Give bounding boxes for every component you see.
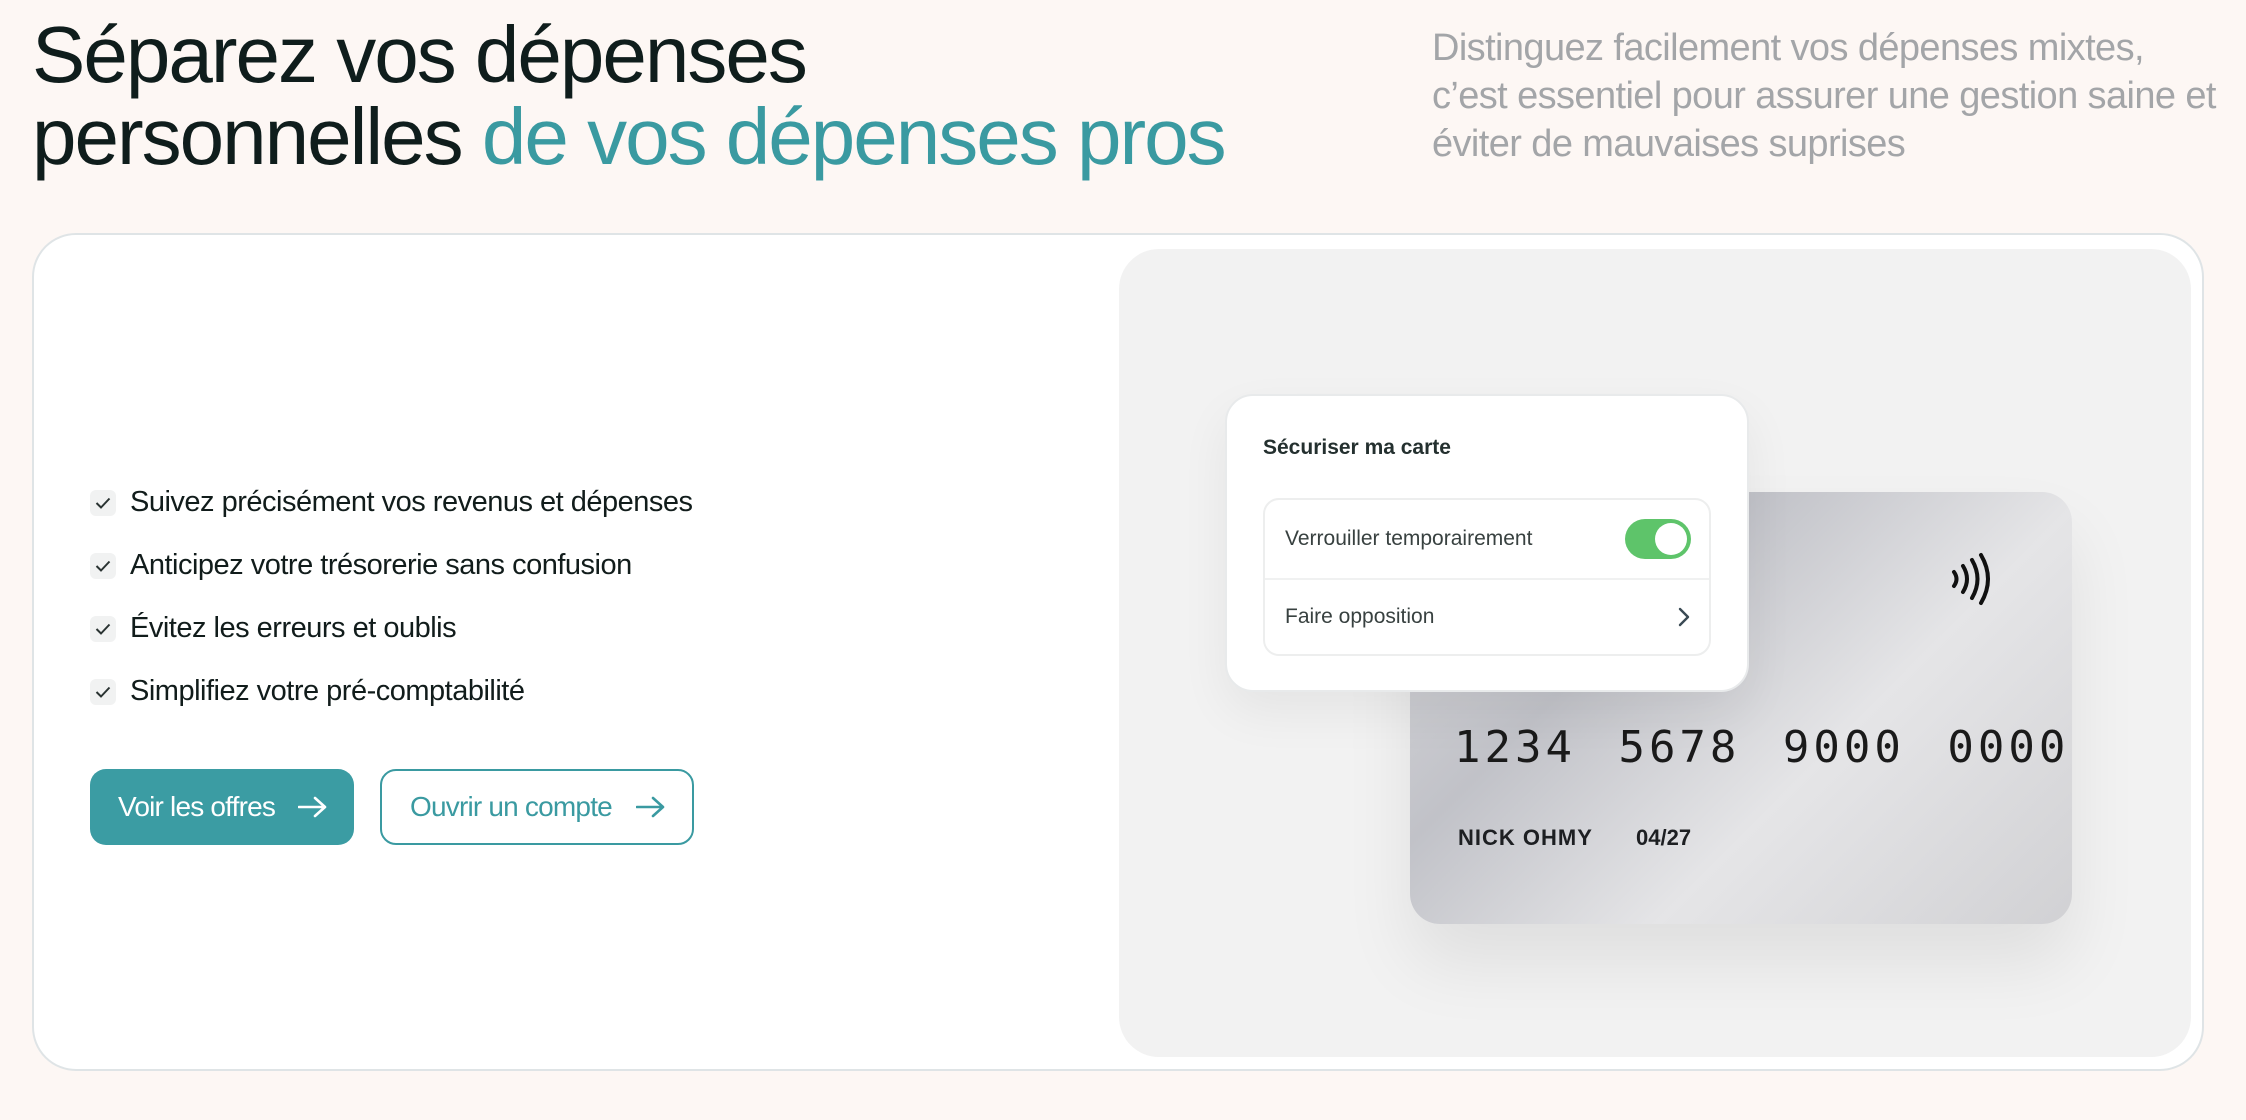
secure-card-title: Sécuriser ma carte [1263,436,1451,459]
feature-label: Anticipez votre trésorerie sans confusio… [130,549,632,581]
feature-label: Suivez précisément vos revenus et dépens… [130,486,693,518]
secure-card-panel: Sécuriser ma carte Verrouiller temporair… [1225,394,1749,692]
card-number: 1234 5678 9000 0000 [1454,722,2070,773]
open-account-label: Ouvrir un compte [410,791,613,822]
arrow-right-icon [636,796,665,818]
page-subtitle: Distinguez facilement vos dépenses mixte… [1432,27,2216,165]
feature-item: Simplifiez votre pré-comptabilité [90,660,693,723]
open-account-button[interactable]: Ouvrir un compte [380,769,694,845]
temporary-lock-option: Verrouiller temporairement [1265,500,1709,580]
feature-label: Simplifiez votre pré-comptabilité [130,675,525,707]
card-expiry: 04/27 [1636,825,1692,850]
feature-label: Évitez les erreurs et oublis [130,612,457,644]
feature-item: Suivez précisément vos revenus et dépens… [90,471,693,534]
feature-list: Suivez précisément vos revenus et dépens… [90,471,693,723]
check-icon [90,489,116,516]
temporary-lock-label: Verrouiller temporairement [1285,527,1533,550]
page-title: Séparez vos dépenses personnelles de vos… [32,14,1372,178]
contactless-icon [1952,553,1990,605]
view-offers-label: Voir les offres [118,791,276,822]
feature-item: Évitez les erreurs et oublis [90,597,693,660]
security-options: Verrouiller temporairement Faire opposit… [1263,498,1711,656]
toggle-knob [1655,523,1687,555]
title-line-1: Séparez vos dépenses [32,10,808,99]
chevron-right-icon [1678,607,1690,627]
check-icon [90,615,116,642]
check-icon [90,678,116,705]
temporary-lock-toggle[interactable] [1625,519,1691,559]
title-line-2: personnelles [32,92,482,181]
title-accent: de vos dépenses pros [481,92,1227,181]
report-card-option[interactable]: Faire opposition [1265,578,1709,656]
report-card-label: Faire opposition [1285,605,1435,628]
card-holder-name: NICK OHMY [1458,825,1593,850]
view-offers-button[interactable]: Voir les offres [90,769,354,845]
arrow-right-icon [298,796,327,818]
feature-item: Anticipez votre trésorerie sans confusio… [90,534,693,597]
check-icon [90,552,116,579]
